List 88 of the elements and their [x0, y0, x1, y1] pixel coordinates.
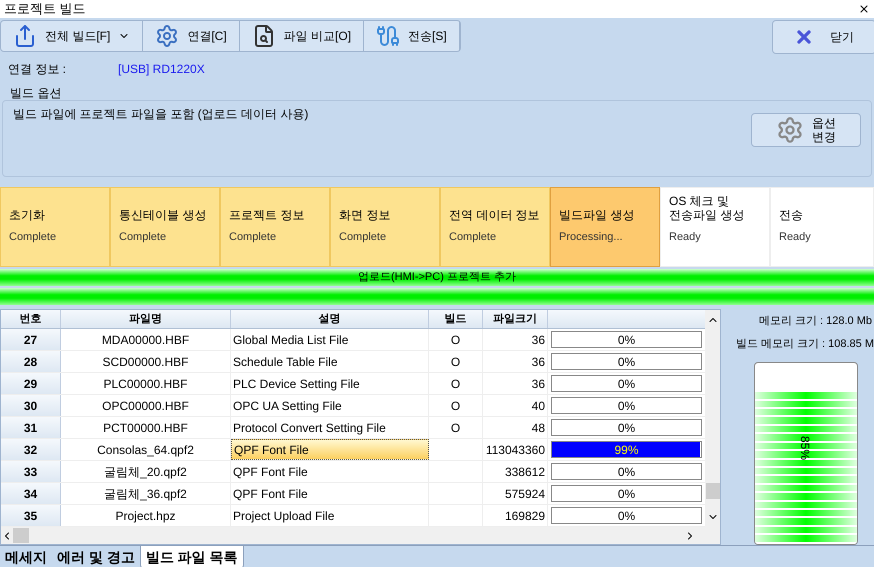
- table-cell: O: [429, 351, 483, 372]
- progress-track: 0%: [551, 375, 702, 392]
- progress-track: 0%: [551, 485, 702, 502]
- column-header[interactable]: 파일명: [61, 310, 231, 328]
- table-cell: Project Upload File: [231, 505, 429, 526]
- column-header[interactable]: 빌드: [429, 310, 483, 328]
- build-step: 전역 데이터 정보 Complete: [440, 187, 550, 267]
- window-title: 프로젝트 빌드: [4, 2, 86, 16]
- progress-track: 0%: [551, 463, 702, 480]
- bottom-tab[interactable]: 메세지: [0, 546, 52, 567]
- row-number: 33: [1, 461, 61, 482]
- table-cell: QPF Font File: [231, 439, 429, 460]
- table-cell: MDA00000.HBF: [61, 329, 231, 350]
- toolbar-button[interactable]: 연결[C]: [143, 21, 240, 51]
- table-cell: 338612: [483, 461, 548, 482]
- progress-track: 0%: [551, 419, 702, 436]
- scroll-thumb[interactable]: [706, 483, 720, 499]
- close-icon[interactable]: [858, 3, 870, 15]
- column-header[interactable]: 번호: [1, 310, 61, 328]
- table-cell: PLC00000.HBF: [61, 373, 231, 394]
- build-step: 초기화 Complete: [0, 187, 110, 267]
- table-cell: Protocol Convert Setting File: [231, 417, 429, 438]
- progress-bar: 업로드(HMI->PC) 프로젝트 추가: [0, 269, 874, 286]
- progress-track: 0%: [551, 507, 702, 524]
- table-cell: 36: [483, 351, 548, 372]
- row-number: 34: [1, 483, 61, 504]
- table-cell: 36: [483, 373, 548, 394]
- vertical-scrollbar[interactable]: [705, 310, 720, 527]
- table-cell: 48: [483, 417, 548, 438]
- memory-size: 메모리 크기 : 128.0 Mb: [758, 314, 873, 329]
- settings-icon: [155, 24, 180, 48]
- build-memory-size: 빌드 메모리 크기 : 108.85 M: [736, 336, 874, 352]
- toolbar-button[interactable]: 전체 빌드[F]: [1, 21, 144, 51]
- bottom-tab[interactable]: 에러 및 경고: [52, 546, 140, 567]
- table-cell: Schedule Table File: [231, 351, 429, 372]
- build-step: 빌드파일 생성 Processing...: [550, 187, 660, 267]
- horizontal-scrollbar[interactable]: [1, 527, 720, 544]
- build-step: 통신테이블 생성 Complete: [110, 187, 220, 267]
- table-cell: QPF Font File: [231, 483, 429, 504]
- row-number: 28: [1, 351, 61, 372]
- progress-track: 0%: [551, 331, 702, 348]
- build-step: 전송 Ready: [770, 187, 874, 267]
- table-cell: Global Media List File: [231, 329, 429, 350]
- table-cell: O: [429, 329, 483, 350]
- group-title: 빌드 옵션: [9, 86, 62, 100]
- table-cell: PLC Device Setting File: [231, 373, 429, 394]
- progress-track: 0%: [551, 353, 702, 370]
- options-button[interactable]: 옵션 변경: [751, 113, 861, 147]
- scroll-thumb[interactable]: [13, 528, 29, 543]
- table-cell: 굴림체_20.qpf2: [61, 461, 231, 482]
- build-step: OS 체크 및 전송파일 생성 Ready: [660, 187, 770, 267]
- row-number: 35: [1, 505, 61, 526]
- table-cell: 36: [483, 329, 548, 350]
- table-cell: 575924: [483, 483, 548, 504]
- table-cell: O: [429, 417, 483, 438]
- table-cell: OPC UA Setting File: [231, 395, 429, 416]
- build-step: 프로젝트 정보 Complete: [220, 187, 330, 267]
- row-number: 27: [1, 329, 61, 350]
- table-cell: QPF Font File: [231, 461, 429, 482]
- table-cell: 169829: [483, 505, 548, 526]
- table-cell: 40: [483, 395, 548, 416]
- close-button[interactable]: 닫기: [772, 20, 874, 54]
- column-header[interactable]: 파일크기: [483, 310, 548, 328]
- bottom-tab[interactable]: 빌드 파일 목록: [140, 546, 244, 567]
- column-header[interactable]: 설명: [231, 310, 429, 328]
- row-number: 30: [1, 395, 61, 416]
- table-cell: O: [429, 373, 483, 394]
- toolbar-button[interactable]: 전송[S]: [364, 21, 460, 51]
- option-text: 빌드 파일에 프로젝트 파일을 포함 (업로드 데이터 사용): [13, 106, 308, 123]
- connection-value: [USB] RD1220X: [118, 61, 205, 78]
- table-cell: Project.hpz: [61, 505, 231, 526]
- table-cell: 113043360: [483, 439, 548, 460]
- progress-track: 99%: [551, 441, 702, 458]
- table-cell: PCT00000.HBF: [61, 417, 231, 438]
- build-step: 화면 정보 Complete: [330, 187, 440, 267]
- row-number: 31: [1, 417, 61, 438]
- toolbar-button[interactable]: 파일 비교[O]: [240, 21, 364, 51]
- table-cell: 굴림체_36.qpf2: [61, 483, 231, 504]
- progress-track: 0%: [551, 397, 702, 414]
- connection-label: 연결 정보 :: [8, 61, 68, 78]
- table-cell: SCD00000.HBF: [61, 351, 231, 372]
- row-number: 29: [1, 373, 61, 394]
- row-number: 32: [1, 439, 61, 460]
- gauge-label: 85%: [797, 436, 814, 460]
- table-cell: OPC00000.HBF: [61, 395, 231, 416]
- table-cell: O: [429, 395, 483, 416]
- cable-icon: [376, 24, 400, 48]
- settings-icon: [776, 116, 804, 144]
